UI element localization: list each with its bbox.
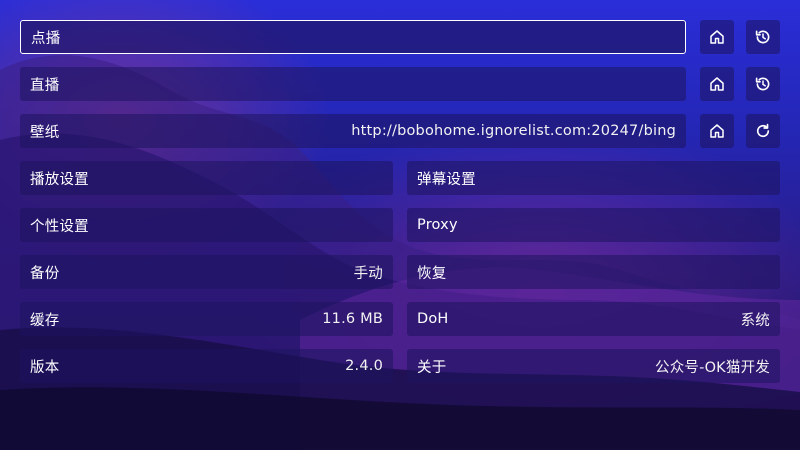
refresh-icon <box>756 123 770 138</box>
danmaku-settings-row[interactable]: 弹幕设置 <box>407 161 780 195</box>
personal-settings-label: 个性设置 <box>30 218 89 235</box>
doh-row[interactable]: DoH 系统 <box>407 302 780 336</box>
vod-home-button[interactable] <box>700 20 734 54</box>
history-icon <box>755 77 770 91</box>
vod-site-row[interactable]: 点播 <box>20 20 686 54</box>
version-label: 版本 <box>30 359 60 376</box>
about-label: 关于 <box>417 359 447 376</box>
backup-row[interactable]: 备份 手动 <box>20 255 393 289</box>
wallpaper-home-button[interactable] <box>700 114 734 148</box>
home-icon <box>710 124 724 138</box>
home-icon <box>710 30 724 44</box>
backup-value: 手动 <box>353 265 383 282</box>
cache-value: 11.6 MB <box>322 311 383 327</box>
live-history-button[interactable] <box>746 67 780 101</box>
doh-value: 系统 <box>740 312 770 329</box>
danmaku-settings-label: 弹幕设置 <box>417 171 476 188</box>
cache-row[interactable]: 缓存 11.6 MB <box>20 302 393 336</box>
proxy-label: Proxy <box>417 217 458 233</box>
live-label: 直播 <box>30 77 60 94</box>
vod-label: 点播 <box>31 30 61 47</box>
about-row[interactable]: 关于 公众号-OK猫开发 <box>407 349 780 383</box>
wallpaper-row[interactable]: 壁纸 http://bobohome.ignorelist.com:20247/… <box>20 114 686 148</box>
backup-label: 备份 <box>30 265 60 282</box>
about-value: 公众号-OK猫开发 <box>655 359 770 376</box>
live-site-row[interactable]: 直播 <box>20 67 686 101</box>
doh-label: DoH <box>417 311 449 327</box>
cache-label: 缓存 <box>30 312 60 329</box>
personal-settings-row[interactable]: 个性设置 <box>20 208 393 242</box>
settings-screen: 点播 直播 壁纸 http://bobohome.ignorelist.com:… <box>0 0 800 450</box>
player-settings-label: 播放设置 <box>30 171 89 188</box>
wallpaper-label: 壁纸 <box>30 124 60 141</box>
version-value: 2.4.0 <box>345 358 383 374</box>
restore-row[interactable]: 恢复 <box>407 255 780 289</box>
live-home-button[interactable] <box>700 67 734 101</box>
proxy-row[interactable]: Proxy <box>407 208 780 242</box>
version-row[interactable]: 版本 2.4.0 <box>20 349 393 383</box>
home-icon <box>710 77 724 91</box>
player-settings-row[interactable]: 播放设置 <box>20 161 393 195</box>
vod-history-button[interactable] <box>746 20 780 54</box>
history-icon <box>755 30 770 44</box>
wallpaper-refresh-button[interactable] <box>746 114 780 148</box>
restore-label: 恢复 <box>417 265 447 282</box>
wallpaper-url: http://bobohome.ignorelist.com:20247/bin… <box>351 123 676 139</box>
